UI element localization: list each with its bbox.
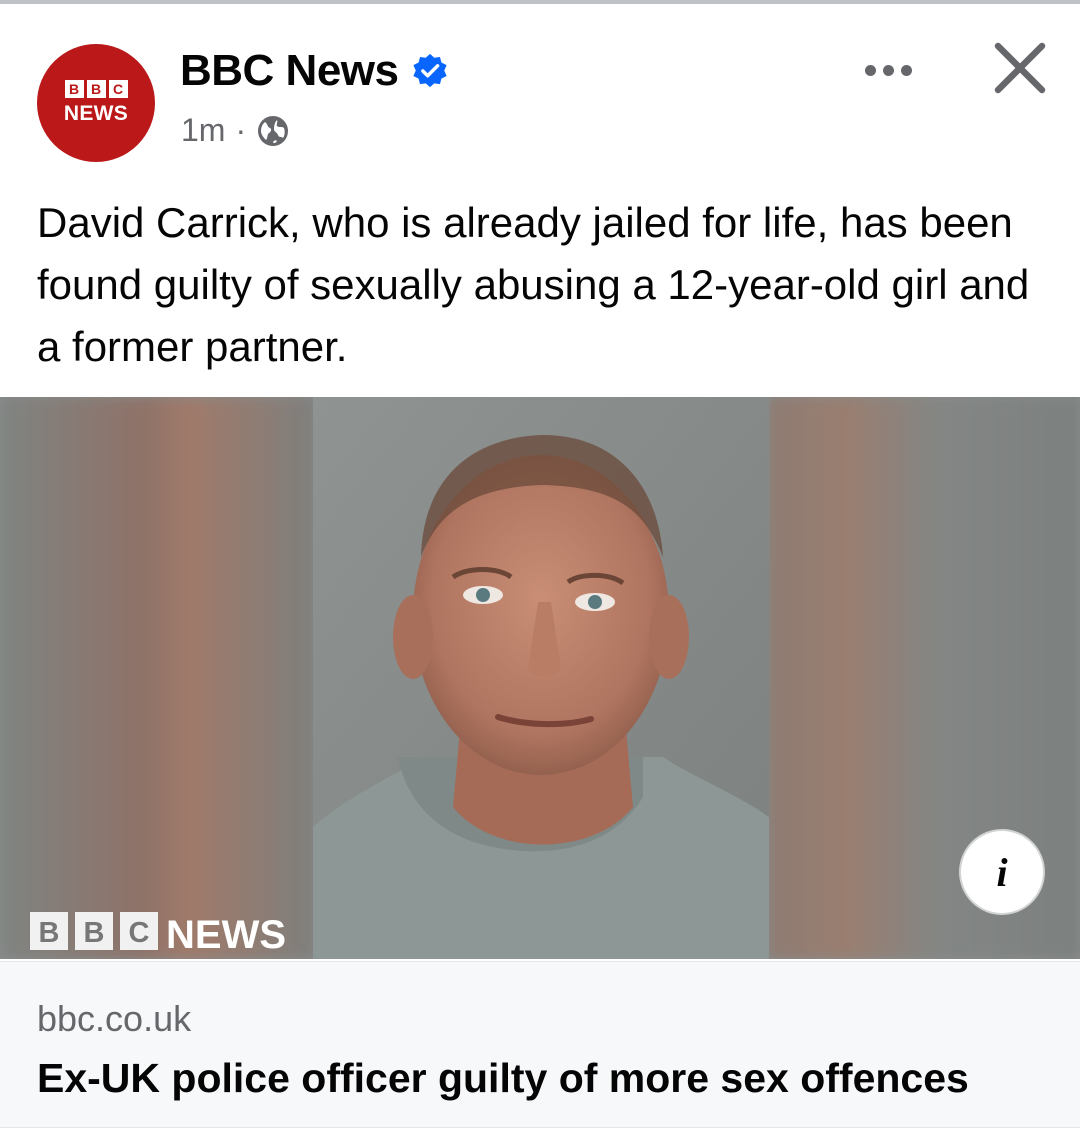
svg-text:B: B [39, 917, 60, 949]
post-image[interactable]: i [0, 397, 1080, 959]
logo-block-2: B [86, 80, 106, 98]
page-avatar[interactable]: B B C NEWS [37, 44, 155, 162]
dot [882, 64, 894, 76]
svg-text:B: B [84, 917, 105, 949]
info-button[interactable]: i [959, 829, 1045, 915]
mugshot-photo [313, 397, 769, 959]
logo-word: NEWS [63, 102, 129, 125]
svg-text:C: C [129, 917, 150, 949]
logo-block-3: C [108, 80, 128, 98]
feed-post: B B C NEWS BBC News 1m · David Carrick, … [0, 4, 1080, 1139]
dot [864, 64, 876, 76]
verified-badge-icon [412, 53, 447, 88]
link-preview[interactable]: bbc.co.uk Ex-UK police officer guilty of… [0, 961, 1080, 1131]
bottom-divider [0, 1127, 1080, 1139]
close-icon[interactable] [990, 38, 1050, 98]
page-name[interactable]: BBC News [180, 46, 399, 96]
more-options-icon[interactable] [852, 48, 924, 92]
post-caption: David Carrick, who is already jailed for… [37, 199, 1030, 370]
svg-text:NEWS: NEWS [166, 913, 286, 954]
post-meta: 1m · [181, 112, 290, 149]
timestamp[interactable]: 1m [181, 112, 225, 149]
logo-block-1: B [64, 80, 84, 98]
meta-separator: · [235, 112, 247, 148]
globe-icon [258, 115, 289, 146]
page-name-row: BBC News [180, 46, 449, 96]
link-domain: bbc.co.uk [37, 998, 192, 1039]
bbc-news-watermark: B B C NEWS [30, 912, 286, 954]
image-blur-left [0, 397, 315, 959]
bbc-logo-blocks: B B C [64, 80, 128, 98]
dot [900, 64, 912, 76]
link-headline[interactable]: Ex-UK police officer guilty of more sex … [37, 1055, 969, 1102]
